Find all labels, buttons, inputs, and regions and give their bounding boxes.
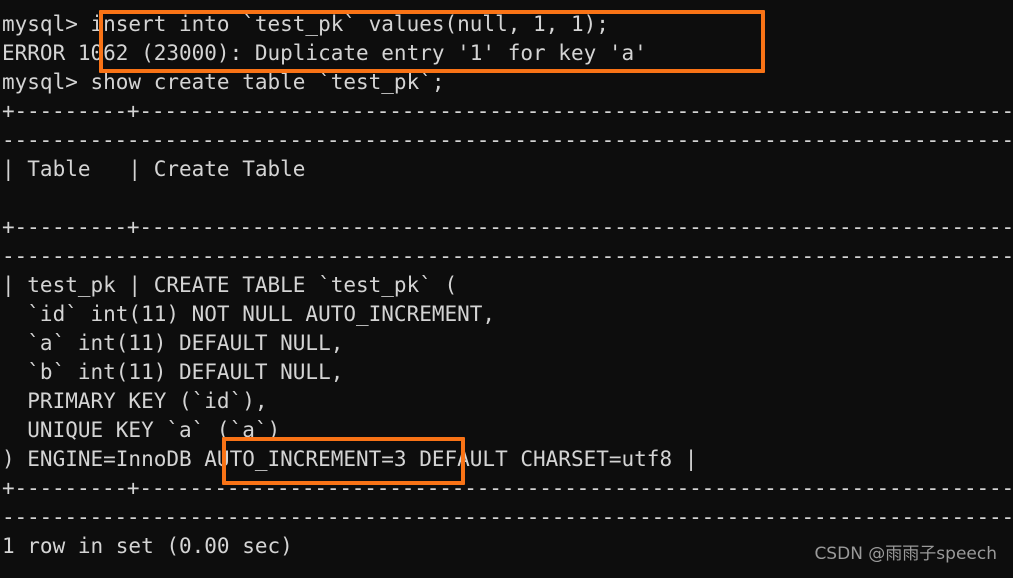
- terminal-window: mysql> insert into `test_pk` values(null…: [0, 0, 1013, 578]
- terminal-line-column-headers: | Table | Create Table: [2, 157, 306, 181]
- terminal-line-error-message: ERROR 1062 (23000): Duplicate entry '1' …: [2, 41, 647, 65]
- terminal-line-unique-key: UNIQUE KEY `a` (`a`): [2, 418, 281, 442]
- terminal-line-column-id: `id` int(11) NOT NULL AUTO_INCREMENT,: [2, 302, 496, 326]
- terminal-line-separator-bottom-b: ----------------------------------------…: [2, 505, 1013, 529]
- terminal-line-insert-command: mysql> insert into `test_pk` values(null…: [2, 12, 609, 36]
- watermark-label: CSDN @雨雨子speech: [814, 544, 997, 564]
- terminal-line-column-a: `a` int(11) DEFAULT NULL,: [2, 331, 344, 355]
- terminal-line-primary-key: PRIMARY KEY (`id`),: [2, 389, 268, 413]
- terminal-line-engine-options: ) ENGINE=InnoDB AUTO_INCREMENT=3 DEFAULT…: [2, 447, 698, 471]
- terminal-line-separator-bottom-a: +---------+-----------------------------…: [2, 476, 1013, 500]
- terminal-output: mysql> insert into `test_pk` values(null…: [2, 10, 1013, 561]
- terminal-line-separator-top-b: ----------------------------------------…: [2, 128, 1013, 152]
- terminal-line-show-create-command: mysql> show create table `test_pk`;: [2, 70, 445, 94]
- terminal-line-separator-mid-a: +---------+-----------------------------…: [2, 215, 1013, 239]
- terminal-line-separator-mid-b: ----------------------------------------…: [2, 244, 1013, 268]
- terminal-line-column-b: `b` int(11) DEFAULT NULL,: [2, 360, 344, 384]
- terminal-line-separator-top-a: +---------+-----------------------------…: [2, 99, 1013, 123]
- terminal-line-create-table-open: | test_pk | CREATE TABLE `test_pk` (: [2, 273, 458, 297]
